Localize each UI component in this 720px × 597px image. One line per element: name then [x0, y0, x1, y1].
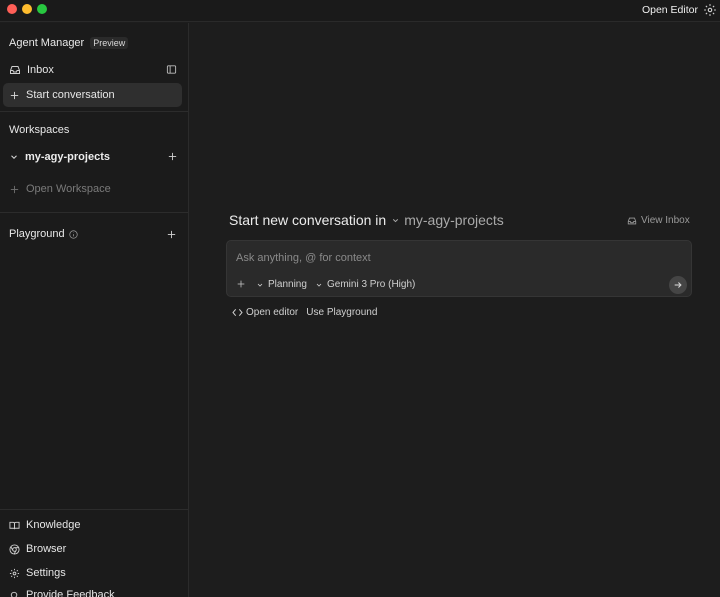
prompt-input[interactable]	[236, 250, 676, 266]
inbox-icon	[627, 217, 637, 224]
code-icon	[232, 309, 243, 316]
project-name: my-agy-projects	[404, 212, 504, 228]
title-bar: Open Editor	[0, 0, 720, 22]
start-conversation-button[interactable]: Start conversation	[3, 83, 182, 107]
playground-label: Playground	[9, 228, 65, 240]
plus-icon[interactable]	[167, 151, 178, 162]
window-minimize-button[interactable]	[22, 4, 32, 14]
app-window: Open Editor Agent Manager Preview Inbox …	[0, 0, 720, 597]
plus-icon[interactable]	[236, 279, 246, 289]
open-editor-link-label: Open editor	[246, 307, 299, 318]
conversation-title: Start new conversation in my-agy-project…	[229, 212, 504, 228]
sidebar-panel-icon[interactable]	[166, 64, 177, 75]
model-selector[interactable]: Gemini 3 Pro (High)	[315, 279, 415, 290]
workspace-item[interactable]: my-agy-projects	[3, 145, 182, 169]
sidebar-item-browser[interactable]: Browser	[9, 543, 66, 555]
open-editor-link[interactable]: Open editor	[232, 307, 298, 318]
use-playground-link[interactable]: Use Playground	[306, 307, 377, 318]
sidebar-item-feedback[interactable]: Provide Feedback	[9, 589, 115, 597]
sidebar-item-settings[interactable]: Settings	[9, 567, 66, 579]
plus-icon	[10, 185, 19, 193]
gear-icon[interactable]	[703, 3, 717, 17]
divider	[0, 509, 188, 510]
open-editor-button[interactable]: Open Editor	[642, 4, 698, 16]
sidebar-item-label: Inbox	[27, 64, 54, 76]
sidebar: Agent Manager Preview Inbox Start conver…	[0, 23, 189, 597]
sidebar-header: Agent Manager Preview	[9, 37, 129, 49]
sidebar-item-knowledge[interactable]: Knowledge	[9, 519, 80, 531]
workspace-name: my-agy-projects	[25, 151, 110, 163]
workspaces-heading: Workspaces	[9, 124, 70, 136]
main-panel: Start new conversation in my-agy-project…	[190, 23, 720, 597]
chrome-icon	[9, 543, 20, 555]
sidebar-item-label: Provide Feedback	[26, 589, 115, 597]
sidebar-item-label: Settings	[26, 567, 66, 579]
chevron-down-icon	[393, 218, 399, 222]
mode-selector[interactable]: Planning	[256, 279, 307, 290]
open-workspace-button[interactable]: Open Workspace	[3, 177, 182, 201]
feedback-icon	[10, 591, 18, 597]
sidebar-item-label: Open Workspace	[26, 183, 111, 195]
conversation-title-lead: Start new conversation in	[229, 212, 387, 228]
book-icon	[9, 521, 20, 529]
playground-heading[interactable]: Playground	[9, 228, 78, 240]
sidebar-item-inbox[interactable]: Inbox	[3, 58, 182, 82]
plus-icon	[10, 91, 19, 99]
model-label: Gemini 3 Pro (High)	[327, 279, 416, 290]
preview-badge: Preview	[90, 37, 129, 49]
app-title: Agent Manager	[9, 37, 85, 49]
inbox-icon	[10, 66, 20, 74]
chevron-down-icon[interactable]	[9, 152, 19, 162]
arrow-right-icon	[674, 282, 682, 288]
chevron-down-icon	[316, 283, 322, 287]
sidebar-item-label: Knowledge	[26, 519, 81, 531]
quick-links: Open editor Use Playground	[232, 307, 377, 318]
prompt-box: Planning Gemini 3 Pro (High)	[226, 240, 692, 297]
info-icon[interactable]	[69, 229, 78, 239]
view-inbox-label: View Inbox	[641, 215, 690, 226]
divider	[0, 111, 188, 112]
chevron-down-icon	[257, 283, 263, 287]
view-inbox-link[interactable]: View Inbox	[627, 215, 690, 226]
sidebar-item-label: Start conversation	[26, 89, 115, 101]
window-close-button[interactable]	[7, 4, 17, 14]
sidebar-item-label: Browser	[26, 543, 67, 555]
divider	[0, 212, 188, 213]
mode-label: Planning	[268, 279, 307, 290]
send-button[interactable]	[669, 276, 687, 294]
gear-icon	[9, 568, 20, 578]
window-maximize-button[interactable]	[37, 4, 47, 14]
plus-icon[interactable]	[166, 229, 177, 240]
project-selector[interactable]: my-agy-projects	[391, 212, 504, 228]
